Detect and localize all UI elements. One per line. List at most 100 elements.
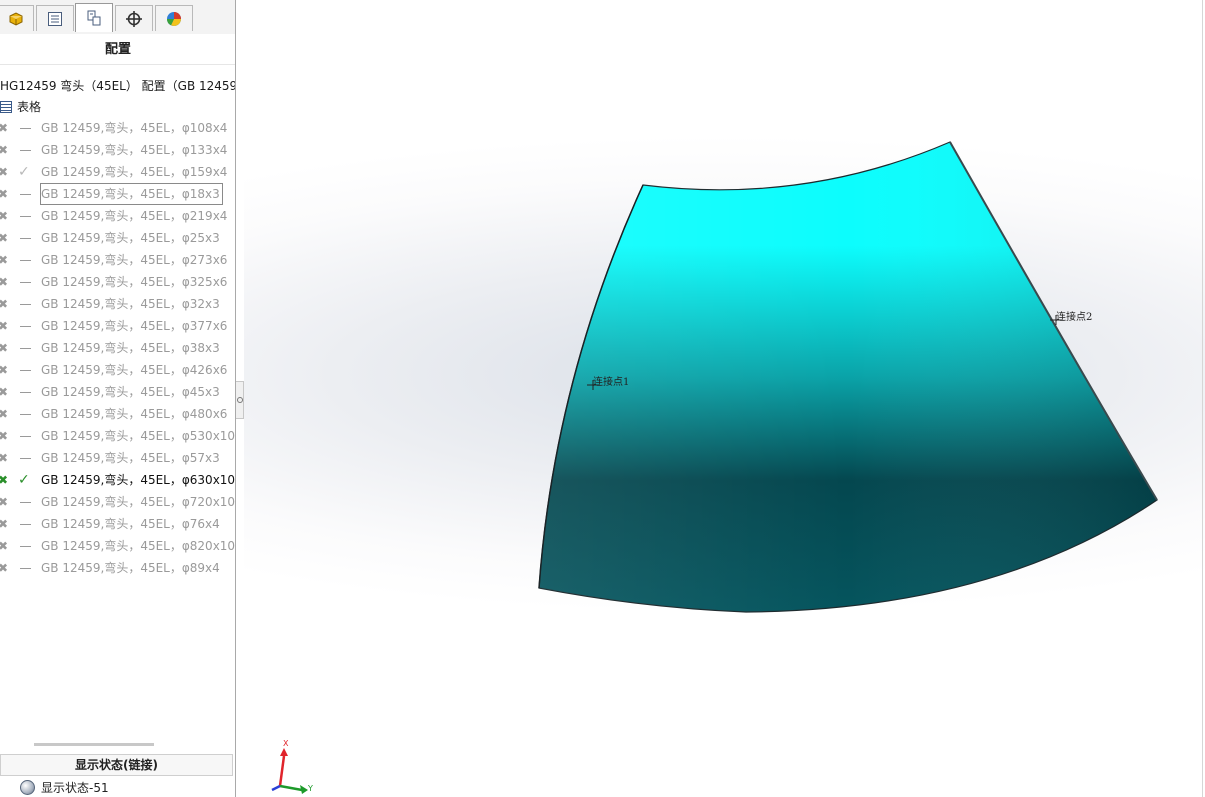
dash-icon [20, 502, 31, 503]
configuration-label: GB 12459,弯头，45EL，φ18x3 [40, 183, 223, 205]
connection-point-1-label: 连接点1 [593, 375, 629, 388]
configuration-item[interactable]: ✖ GB 12459,弯头，45EL，φ38x3 [0, 338, 235, 358]
configuration-item[interactable]: ✖ GB 12459,弯头，45EL，φ32x3 [0, 294, 235, 314]
configuration-label: GB 12459,弯头，45EL，φ480x6 [41, 407, 228, 421]
configuration-item[interactable]: ✖ GB 12459,弯头，45EL，φ273x6 [0, 250, 235, 270]
configuration-item[interactable]: ✖ GB 12459,弯头，45EL，φ133x4 [0, 140, 235, 160]
feature-manager-icon [6, 10, 24, 28]
configuration-label: GB 12459,弯头，45EL，φ426x6 [41, 363, 228, 377]
configuration-label: GB 12459,弯头，45EL，φ108x4 [41, 121, 228, 135]
configuration-label: GB 12459,弯头，45EL，φ325x6 [41, 275, 228, 289]
tab-feature-manager[interactable] [0, 5, 34, 31]
title-divider [0, 64, 235, 65]
configuration-item[interactable]: ✖ ✓ GB 12459,弯头，45EL，φ159x4 [0, 162, 235, 182]
configuration-label: GB 12459,弯头，45EL，φ530x10 [41, 429, 236, 443]
dash-icon [20, 194, 31, 195]
configuration-label: GB 12459,弯头，45EL，φ133x4 [41, 143, 228, 157]
tab-dimxpert[interactable] [115, 5, 153, 31]
model-canvas[interactable]: 连接点1 连接点2 X Y [244, 0, 1205, 797]
check-icon: ✓ [18, 472, 30, 488]
dash-icon [20, 524, 31, 525]
suppressed-marker-icon: ✖ [0, 426, 10, 446]
suppressed-marker-icon: ✖ [0, 338, 10, 358]
configuration-label: GB 12459,弯头，45EL，φ219x4 [41, 209, 228, 223]
configuration-label: GB 12459,弯头，45EL，φ45x3 [41, 385, 220, 399]
dash-icon [20, 348, 31, 349]
configuration-item[interactable]: ✖ GB 12459,弯头，45EL，φ720x10 [0, 492, 236, 512]
configuration-item[interactable]: ✖ GB 12459,弯头，45EL，φ89x4 [0, 558, 235, 578]
configuration-item[interactable]: ✖ GB 12459,弯头，45EL，φ57x3 [0, 448, 235, 468]
configuration-item[interactable]: ✖ ✓ GB 12459,弯头，45EL，φ630x10 [0, 470, 235, 490]
configuration-item[interactable]: ✖ GB 12459,弯头，45EL，φ530x10 [0, 426, 236, 446]
suppressed-marker-icon: ✖ [0, 140, 10, 160]
dash-icon [20, 282, 31, 283]
display-states-header[interactable]: 显示状态(链接) [0, 754, 233, 776]
suppressed-marker-icon: ✖ [0, 294, 10, 314]
display-state-icon [20, 780, 35, 795]
configuration-item[interactable]: ✖ GB 12459,弯头，45EL，φ76x4 [0, 514, 235, 534]
connection-point-2[interactable]: 连接点2 [1050, 310, 1092, 325]
panel-collapse-handle[interactable] [236, 381, 244, 419]
elbow-side-shading [539, 142, 1157, 612]
suppressed-marker-icon: ✖ [0, 228, 10, 248]
config-tree-root[interactable]: HG12459 弯头（45EL） 配置（GB 12459,弯头 [0, 76, 235, 96]
property-manager-icon [46, 10, 64, 28]
dash-icon [20, 304, 31, 305]
configuration-item[interactable]: ✖ GB 12459,弯头，45EL，φ426x6 [0, 360, 235, 380]
dash-icon [20, 128, 31, 129]
panel-splitter-handle[interactable] [34, 743, 154, 746]
configuration-item[interactable]: ✖ GB 12459,弯头，45EL，φ108x4 [0, 118, 235, 138]
graphics-viewport[interactable]: 连接点1 连接点2 X Y [244, 0, 1205, 797]
suppressed-marker-icon: ✖ [0, 162, 10, 182]
panel-tab-bar [0, 0, 235, 34]
viewport-border [1202, 0, 1203, 797]
dash-icon [20, 326, 31, 327]
connection-point-2-label: 连接点2 [1056, 310, 1092, 323]
dash-icon [20, 414, 31, 415]
dash-icon [20, 546, 31, 547]
collapse-grip-icon [237, 397, 243, 403]
configuration-label: GB 12459,弯头，45EL，φ377x6 [41, 319, 228, 333]
dash-icon [20, 458, 31, 459]
table-icon [0, 101, 12, 113]
configuration-label: GB 12459,弯头，45EL，φ159x4 [41, 165, 228, 179]
configuration-item[interactable]: ✖ GB 12459,弯头，45EL，φ45x3 [0, 382, 235, 402]
configuration-item[interactable]: ✖ GB 12459,弯头，45EL，φ325x6 [0, 272, 235, 292]
dash-icon [20, 216, 31, 217]
suppressed-marker-icon: ✖ [0, 470, 10, 490]
tab-configuration-manager[interactable] [75, 3, 113, 32]
triad-y-label: Y [307, 784, 313, 793]
suppressed-marker-icon: ✖ [0, 404, 10, 424]
suppressed-marker-icon: ✖ [0, 206, 10, 226]
suppressed-marker-icon: ✖ [0, 382, 10, 402]
suppressed-marker-icon: ✖ [0, 250, 10, 270]
orientation-triad[interactable]: X Y [271, 739, 313, 794]
suppressed-marker-icon: ✖ [0, 514, 10, 534]
dash-icon [20, 392, 31, 393]
configuration-label: GB 12459,弯头，45EL，φ720x10 [41, 495, 236, 509]
configuration-item[interactable]: ✖ GB 12459,弯头，45EL，φ480x6 [0, 404, 235, 424]
suppressed-marker-icon: ✖ [0, 536, 10, 556]
suppressed-marker-icon: ✖ [0, 360, 10, 380]
dimxpert-icon [125, 10, 143, 28]
tab-property-manager[interactable] [36, 5, 74, 31]
suppressed-marker-icon: ✖ [0, 272, 10, 292]
connection-point-1[interactable]: 连接点1 [587, 375, 629, 390]
tab-display-manager[interactable] [155, 5, 193, 31]
configuration-item[interactable]: ✖ GB 12459,弯头，45EL，φ25x3 [0, 228, 235, 248]
suppressed-marker-icon: ✖ [0, 558, 10, 578]
display-manager-icon [165, 10, 183, 28]
configuration-label: GB 12459,弯头，45EL，φ25x3 [41, 231, 220, 245]
suppressed-marker-icon: ✖ [0, 184, 10, 204]
configuration-label: GB 12459,弯头，45EL，φ89x4 [41, 561, 220, 575]
configuration-item[interactable]: ✖ GB 12459,弯头，45EL，φ18x3 [0, 183, 235, 205]
dash-icon [20, 260, 31, 261]
configuration-item[interactable]: ✖ GB 12459,弯头，45EL，φ377x6 [0, 316, 235, 336]
configuration-label: GB 12459,弯头，45EL，φ38x3 [41, 341, 220, 355]
display-state-label: 显示状态-51 [41, 781, 109, 795]
configuration-item[interactable]: ✖ GB 12459,弯头，45EL，φ820x10 [0, 536, 235, 556]
panel-title: 配置 [104, 42, 131, 57]
configuration-label: GB 12459,弯头，45EL，φ273x6 [41, 253, 228, 267]
dash-icon [20, 150, 31, 151]
configuration-item[interactable]: ✖ GB 12459,弯头，45EL，φ219x4 [0, 206, 235, 226]
